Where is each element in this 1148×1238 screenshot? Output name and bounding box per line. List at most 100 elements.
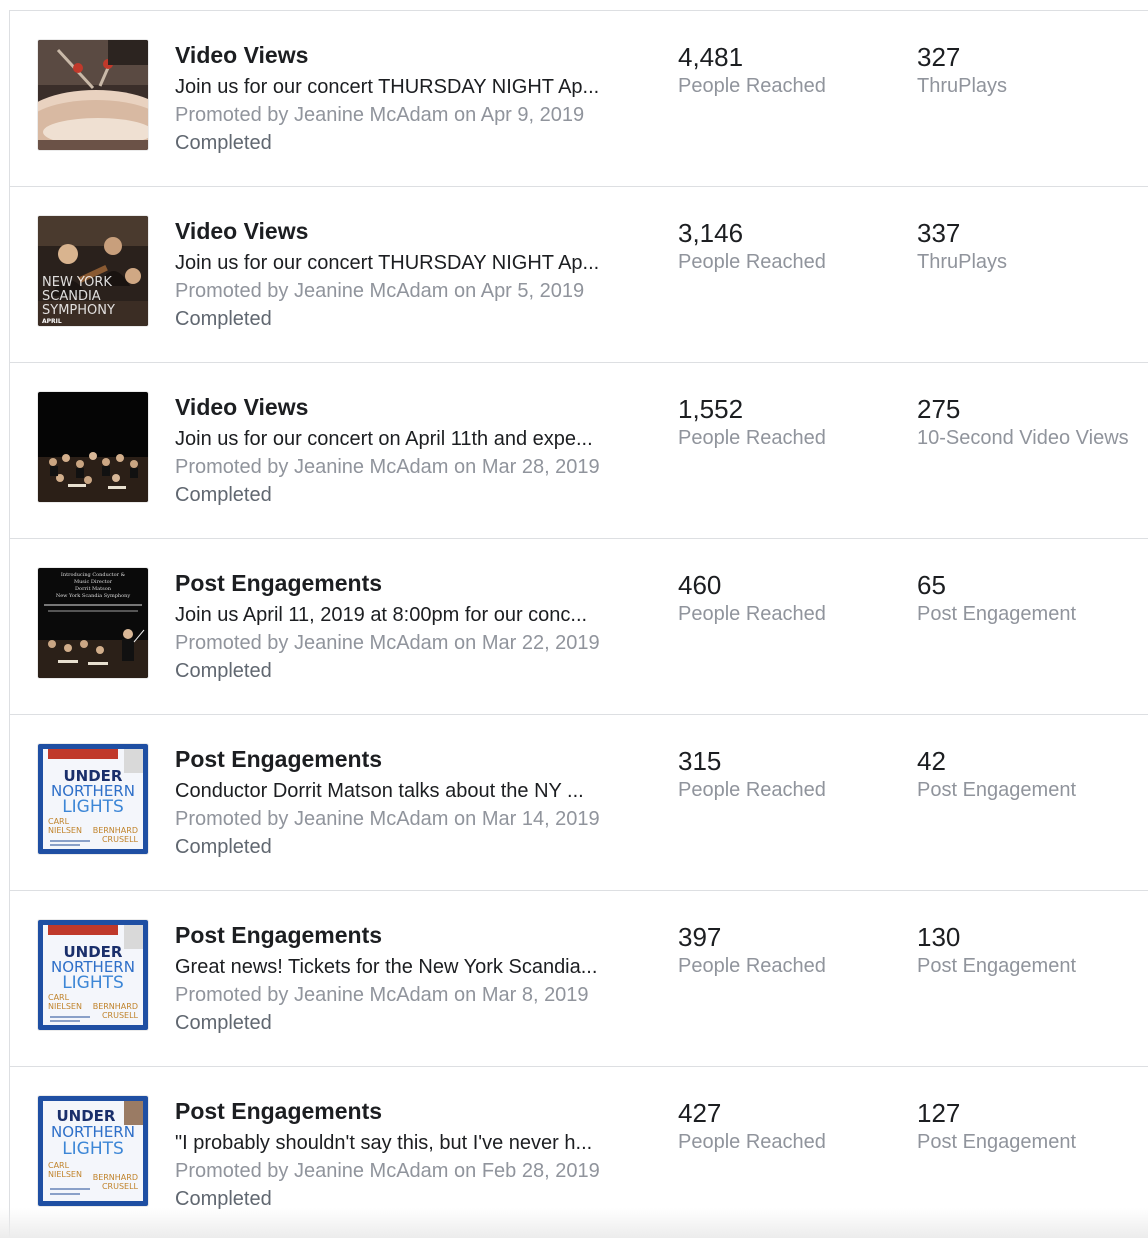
- metric-label: People Reached: [678, 251, 826, 273]
- promotion-description: Join us for our concert THURSDAY NIGHT A…: [175, 76, 600, 98]
- percussion-drum-image[interactable]: [38, 40, 148, 150]
- status-text: Completed: [175, 1188, 272, 1210]
- promotion-row[interactable]: UNDER NORTHERN LIGHTS CARL NIELSEN BERNH…: [10, 891, 1148, 1067]
- thumb-text: NIELSEN: [48, 826, 82, 835]
- promotion-row[interactable]: Introducing Conductor & Music Director D…: [10, 539, 1148, 715]
- people-reached-metric: 4,481 People Reached: [678, 41, 826, 99]
- people-reached-metric: 460 People Reached: [678, 569, 826, 627]
- thumb-text: LIGHTS: [62, 797, 124, 817]
- people-reached-metric: 427 People Reached: [678, 1097, 826, 1155]
- metric-value: 315: [678, 746, 722, 776]
- thumb-text: BERNHARD: [93, 1173, 138, 1182]
- metric-value: 327: [917, 42, 961, 72]
- under-northern-lights-poster[interactable]: UNDER NORTHERN LIGHTS CARL NIELSEN BERNH…: [38, 744, 148, 854]
- thumb-text: CRUSELL: [102, 1011, 139, 1020]
- promotion-objective: Video Views: [175, 394, 309, 420]
- status-text: Completed: [175, 308, 272, 330]
- metric-value: 275: [917, 394, 961, 424]
- metric-label: People Reached: [678, 427, 826, 449]
- promotion-objective: Post Engagements: [175, 746, 383, 772]
- status-text: Completed: [175, 660, 272, 682]
- people-reached-metric: 1,552 People Reached: [678, 393, 826, 451]
- promotion-row[interactable]: Video Views Join us for our concert on A…: [10, 363, 1148, 539]
- metric-value: 397: [678, 922, 722, 952]
- promotion-row[interactable]: UNDER NORTHERN LIGHTS CARL NIELSEN BERNH…: [10, 1067, 1148, 1237]
- promotion-row[interactable]: NEW YORK SCANDIA SYMPHONY APRIL Video Vi…: [10, 187, 1148, 363]
- promotion-row[interactable]: UNDER NORTHERN LIGHTS CARL NIELSEN BERNH…: [10, 715, 1148, 891]
- thumb-text: Introducing Conductor &: [61, 572, 126, 578]
- metric-label: People Reached: [678, 1131, 826, 1153]
- status-text: Completed: [175, 484, 272, 506]
- result-metric: 337 ThruPlays: [917, 217, 1007, 275]
- under-northern-lights-poster[interactable]: UNDER NORTHERN LIGHTS CARL NIELSEN BERNH…: [38, 920, 148, 1030]
- metric-label: ThruPlays: [917, 251, 1008, 273]
- thumb-text: APRIL: [42, 318, 62, 325]
- promotion-objective: Video Views: [175, 218, 309, 244]
- metric-value: 3,146: [678, 218, 744, 248]
- metric-value: 460: [678, 570, 722, 600]
- thumb-text: CARL: [48, 817, 70, 826]
- metric-label: People Reached: [678, 75, 826, 97]
- promotion-byline: Promoted by Jeanine McAdam on Mar 8, 201…: [175, 984, 589, 1006]
- metric-label: 10-Second Video Views: [917, 427, 1129, 449]
- result-metric: 275 10-Second Video Views: [917, 393, 1129, 451]
- metric-value: 65: [917, 570, 946, 600]
- promotion-objective: Video Views: [175, 42, 309, 68]
- thumb-text: CARL: [48, 993, 70, 1002]
- orchestra-photo-image[interactable]: NEW YORK SCANDIA SYMPHONY APRIL: [38, 216, 148, 326]
- thumb-text: BERNHARD: [93, 1002, 138, 1011]
- metric-label: People Reached: [678, 955, 826, 977]
- thumb-text: LIGHTS: [62, 973, 124, 993]
- metric-value: 1,552: [678, 394, 744, 424]
- result-metric: 327 ThruPlays: [917, 41, 1007, 99]
- metric-label: People Reached: [678, 779, 826, 801]
- promotion-description: Conductor Dorrit Matson talks about the …: [175, 780, 584, 802]
- thumb-text: CRUSELL: [102, 1182, 139, 1191]
- status-text: Completed: [175, 1012, 272, 1034]
- promotion-byline: Promoted by Jeanine McAdam on Mar 14, 20…: [175, 808, 600, 830]
- promotion-objective: Post Engagements: [175, 922, 383, 948]
- promotion-row[interactable]: Video Views Join us for our concert THUR…: [10, 11, 1148, 187]
- people-reached-metric: 3,146 People Reached: [678, 217, 826, 275]
- metric-label: ThruPlays: [917, 75, 1008, 97]
- status-text: Completed: [175, 132, 272, 154]
- thumb-text: NEW YORK: [42, 275, 112, 290]
- metric-value: 337: [917, 218, 961, 248]
- conductor-intro-image[interactable]: Introducing Conductor & Music Director D…: [38, 568, 148, 678]
- result-metric: 130 Post Engagement: [917, 921, 1076, 979]
- promotion-description: Join us April 11, 2019 at 8:00pm for our…: [175, 604, 588, 626]
- people-reached-metric: 315 People Reached: [678, 745, 826, 803]
- thumb-text: SYMPHONY: [42, 303, 115, 318]
- thumb-text: CRUSELL: [102, 835, 139, 844]
- result-metric: 42 Post Engagement: [917, 745, 1076, 803]
- metric-value: 42: [917, 746, 946, 776]
- metric-value: 127: [917, 1098, 961, 1128]
- thumb-text: NIELSEN: [48, 1170, 82, 1179]
- promotions-list: Video Views Join us for our concert THUR…: [9, 10, 1148, 1238]
- promotion-objective: Post Engagements: [175, 1098, 383, 1124]
- thumb-text: Music Director: [74, 579, 113, 585]
- result-metric: 65 Post Engagement: [917, 569, 1076, 627]
- people-reached-metric: 397 People Reached: [678, 921, 826, 979]
- metric-label: Post Engagement: [917, 779, 1076, 801]
- thumb-text: LIGHTS: [62, 1139, 124, 1159]
- thumb-text: BERNHARD: [93, 826, 138, 835]
- promotion-description: "I probably shouldn't say this, but I've…: [175, 1132, 593, 1154]
- promotion-objective: Post Engagements: [175, 570, 383, 596]
- metric-value: 130: [917, 922, 961, 952]
- metric-value: 4,481: [678, 42, 744, 72]
- promotion-byline: Promoted by Jeanine McAdam on Mar 22, 20…: [175, 632, 600, 654]
- thumb-text: Dorrit Matson: [75, 586, 112, 592]
- under-northern-lights-poster[interactable]: UNDER NORTHERN LIGHTS CARL NIELSEN BERNH…: [38, 1096, 148, 1206]
- status-text: Completed: [175, 836, 272, 858]
- promotion-description: Join us for our concert THURSDAY NIGHT A…: [175, 252, 600, 274]
- promotion-byline: Promoted by Jeanine McAdam on Apr 5, 201…: [175, 280, 585, 302]
- thumb-text: CARL: [48, 1161, 70, 1170]
- metric-label: People Reached: [678, 603, 826, 625]
- promotion-byline: Promoted by Jeanine McAdam on Apr 9, 201…: [175, 104, 585, 126]
- promotion-description: Great news! Tickets for the New York Sca…: [175, 956, 598, 978]
- orchestra-stage-image[interactable]: [38, 392, 148, 502]
- metric-label: Post Engagement: [917, 1131, 1076, 1153]
- metric-label: Post Engagement: [917, 955, 1076, 977]
- thumb-text: New York Scandia Symphony: [56, 593, 131, 599]
